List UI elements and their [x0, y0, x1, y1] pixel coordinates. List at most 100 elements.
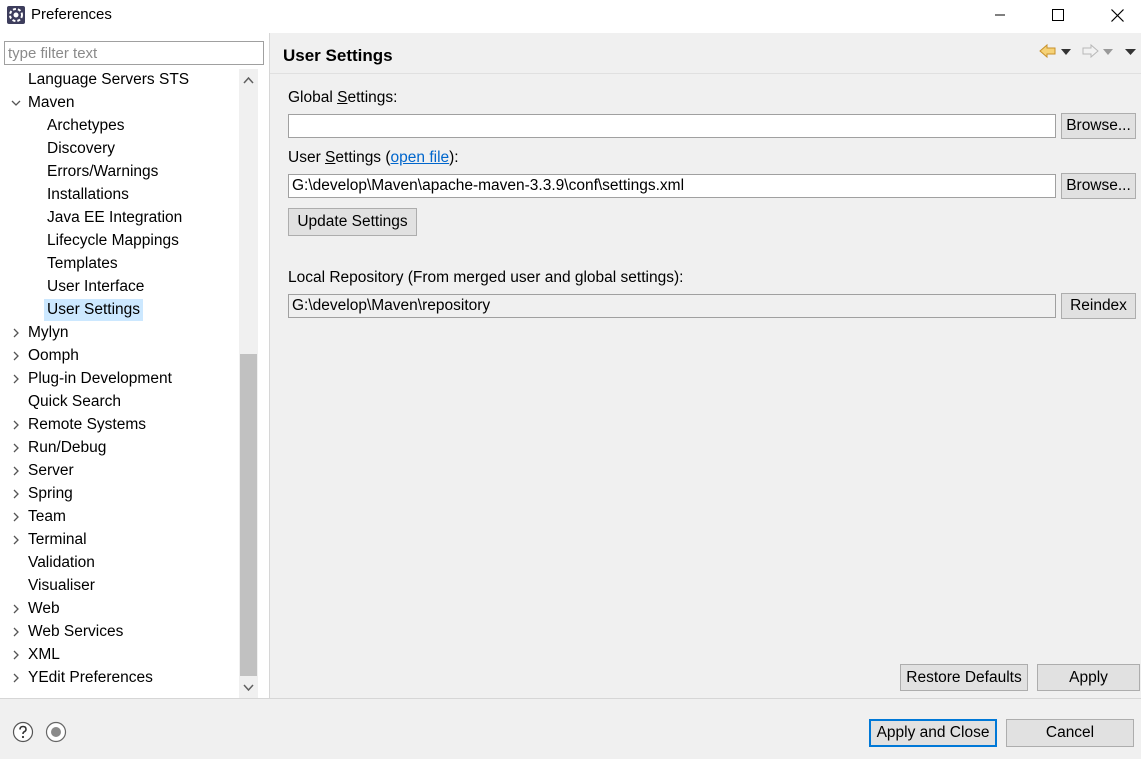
reindex-button[interactable]: Reindex — [1061, 293, 1136, 319]
sidebar-item-label: Remote Systems — [28, 416, 147, 433]
sidebar-item-run-debug[interactable]: Run/Debug — [0, 437, 239, 459]
global-settings-browse-button[interactable]: Browse... — [1061, 113, 1136, 139]
sidebar-item-label: Language Servers STS — [28, 71, 190, 88]
sidebar-item-oomph[interactable]: Oomph — [0, 345, 239, 367]
chevron-right-icon[interactable] — [10, 603, 22, 615]
update-settings-button[interactable]: Update Settings — [288, 208, 417, 236]
chevron-right-icon[interactable] — [10, 534, 22, 546]
cancel-button[interactable]: Cancel — [1006, 719, 1134, 747]
maximize-button[interactable] — [1035, 0, 1081, 30]
apply-and-close-button[interactable]: Apply and Close — [869, 719, 997, 747]
scroll-down-button[interactable] — [239, 679, 258, 697]
filter-input[interactable] — [4, 41, 264, 65]
sidebar-item-user-interface[interactable]: User Interface — [0, 276, 239, 298]
page-navigation — [1036, 43, 1141, 63]
scroll-up-button[interactable] — [239, 71, 258, 89]
sidebar-item-quick-search[interactable]: Quick Search — [0, 391, 239, 413]
sidebar-item-remote-systems[interactable]: Remote Systems — [0, 414, 239, 436]
sidebar-item-label: Terminal — [28, 531, 87, 548]
forward-arrow-icon[interactable] — [1081, 43, 1099, 59]
sidebar-item-label: Oomph — [28, 347, 79, 364]
sidebar-item-label: Team — [28, 508, 66, 525]
view-menu-icon[interactable] — [1125, 48, 1136, 56]
sidebar-item-label: Discovery — [47, 140, 116, 157]
local-repository-field[interactable]: G:\develop\Maven\repository — [288, 294, 1056, 318]
sidebar-item-label: YEdit Preferences — [28, 669, 153, 686]
sidebar-item-spring[interactable]: Spring — [0, 483, 239, 505]
sidebar-item-label: XML — [28, 646, 60, 663]
sidebar-item-label: User Interface — [47, 278, 145, 295]
sidebar-item-java-ee-integration[interactable]: Java EE Integration — [0, 207, 239, 229]
global-settings-field[interactable] — [288, 114, 1056, 138]
maximize-icon — [1052, 9, 1064, 21]
sidebar-item-archetypes[interactable]: Archetypes — [0, 115, 239, 137]
user-settings-field[interactable]: G:\develop\Maven\apache-maven-3.3.9\conf… — [288, 174, 1056, 198]
sidebar-item-label: Visualiser — [28, 577, 95, 594]
sidebar-item-user-settings[interactable]: User Settings — [0, 299, 239, 321]
sidebar-item-terminal[interactable]: Terminal — [0, 529, 239, 551]
settings-page: User Settings Global Settings: Browse...… — [270, 33, 1141, 698]
sidebar-item-yedit-preferences[interactable]: YEdit Preferences — [0, 667, 239, 689]
record-macro-icon[interactable] — [45, 721, 67, 743]
sidebar-scrollbar[interactable] — [239, 69, 258, 699]
back-history-dropdown-icon[interactable] — [1061, 48, 1071, 56]
apply-button[interactable]: Apply — [1037, 664, 1140, 691]
chevron-right-icon[interactable] — [10, 373, 22, 385]
sidebar-item-web[interactable]: Web — [0, 598, 239, 620]
sidebar-item-maven[interactable]: Maven — [0, 92, 239, 114]
minimize-button[interactable] — [977, 0, 1023, 30]
sidebar-item-validation[interactable]: Validation — [0, 552, 239, 574]
user-settings-browse-button[interactable]: Browse... — [1061, 173, 1136, 199]
chevron-right-icon[interactable] — [10, 350, 22, 362]
chevron-right-icon[interactable] — [10, 649, 22, 661]
preferences-tree: Language Servers STS Maven Archetypes Disco… — [0, 69, 239, 699]
chevron-right-icon[interactable] — [10, 442, 22, 454]
chevron-right-icon[interactable] — [10, 488, 22, 500]
sidebar-item-label: Java EE Integration — [47, 209, 183, 226]
sidebar-item-label: Errors/Warnings — [47, 163, 159, 180]
user-settings-label: User Settings (open file): — [288, 149, 459, 166]
chevron-right-icon[interactable] — [10, 465, 22, 477]
sidebar-item-errors-warnings[interactable]: Errors/Warnings — [0, 161, 239, 183]
preferences-sidebar: Language Servers STS Maven Archetypes Disco… — [0, 33, 270, 699]
chevron-right-icon[interactable] — [10, 511, 22, 523]
sidebar-item-label: Maven — [28, 94, 75, 111]
sidebar-item-server[interactable]: Server — [0, 460, 239, 482]
close-button[interactable] — [1094, 0, 1140, 30]
open-file-link[interactable]: open file — [391, 149, 450, 166]
sidebar-item-label: Mylyn — [28, 324, 69, 341]
sidebar-item-label: Web Services — [28, 623, 124, 640]
sidebar-item-label: Lifecycle Mappings — [47, 232, 179, 249]
chevron-right-icon[interactable] — [10, 672, 22, 684]
sidebar-item-xml[interactable]: XML — [0, 644, 239, 666]
chevron-up-icon — [243, 76, 254, 84]
chevron-right-icon[interactable] — [10, 419, 22, 431]
help-icon[interactable] — [12, 721, 34, 743]
sidebar-item-label: Archetypes — [47, 117, 125, 134]
dialog-footer: Apply and Close Cancel — [0, 699, 1141, 759]
back-arrow-icon[interactable] — [1039, 43, 1057, 59]
sidebar-item-installations[interactable]: Installations — [0, 184, 239, 206]
sidebar-item-language-servers-sts[interactable]: Language Servers STS — [0, 69, 239, 91]
scrollbar-thumb[interactable] — [240, 354, 257, 676]
sidebar-item-label: Quick Search — [28, 393, 122, 410]
window-titlebar: Preferences — [0, 0, 1141, 32]
sidebar-item-visualiser[interactable]: Visualiser — [0, 575, 239, 597]
sidebar-item-team[interactable]: Team — [0, 506, 239, 528]
title-separator — [270, 73, 1141, 74]
window-title: Preferences — [31, 6, 112, 23]
sidebar-item-mylyn[interactable]: Mylyn — [0, 322, 239, 344]
sidebar-item-web-services[interactable]: Web Services — [0, 621, 239, 643]
restore-defaults-button[interactable]: Restore Defaults — [900, 664, 1028, 691]
chevron-down-icon[interactable] — [10, 97, 22, 109]
sidebar-item-templates[interactable]: Templates — [0, 253, 239, 275]
sidebar-item-discovery[interactable]: Discovery — [0, 138, 239, 160]
sidebar-item-label: Templates — [47, 255, 118, 272]
forward-history-dropdown-icon[interactable] — [1103, 48, 1113, 56]
sidebar-item-label: User Settings — [44, 299, 144, 321]
eclipse-gear-icon — [7, 6, 25, 24]
sidebar-item-plug-in-development[interactable]: Plug-in Development — [0, 368, 239, 390]
sidebar-item-lifecycle-mappings[interactable]: Lifecycle Mappings — [0, 230, 239, 252]
chevron-right-icon[interactable] — [10, 626, 22, 638]
chevron-right-icon[interactable] — [10, 327, 22, 339]
